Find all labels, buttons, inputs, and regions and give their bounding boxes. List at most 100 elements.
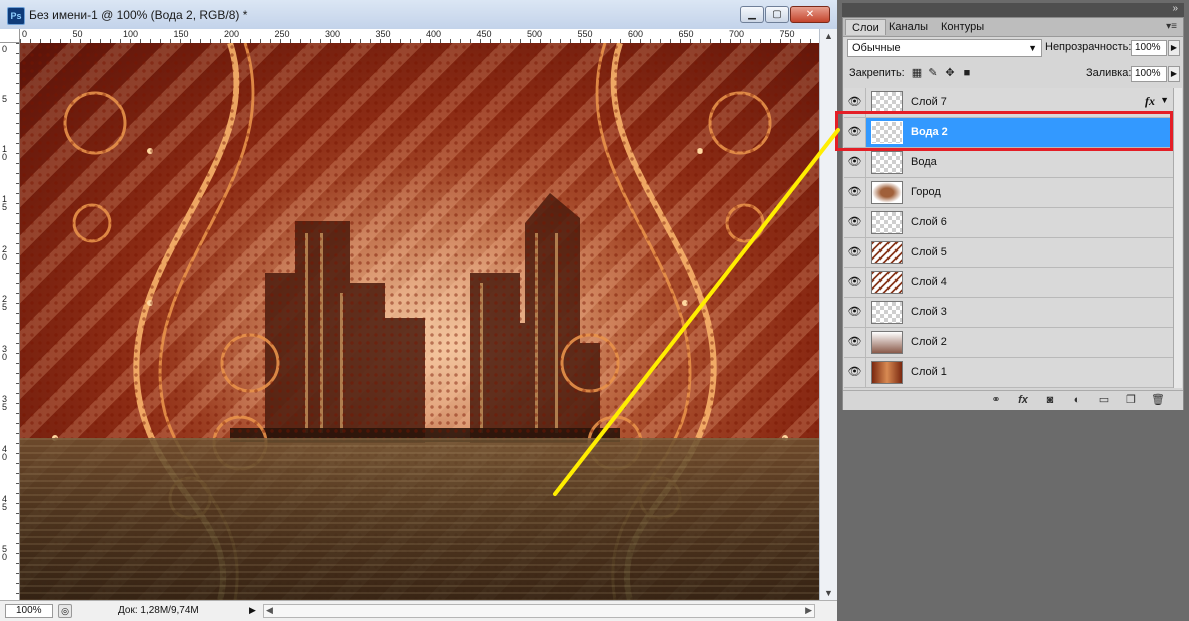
ruler-top-label: 100 <box>123 29 139 39</box>
collapse-panel-icon[interactable]: » <box>1172 3 1178 14</box>
layer-name: Вода <box>911 156 937 168</box>
tab-layers[interactable]: Слои <box>845 19 886 35</box>
trash-icon[interactable]: 🗑 <box>1150 393 1166 407</box>
layers-panel: Слои Каналы Контуры ▾≡ Обычные ▼ Непрозр… <box>842 17 1184 410</box>
image-canvas[interactable] <box>20 43 819 600</box>
layer-thumbnail <box>871 91 903 114</box>
ruler-top-label: 350 <box>375 29 391 39</box>
layer-row[interactable]: 👁 Вода <box>844 148 1173 178</box>
panel-menu-icon[interactable]: ▾≡ <box>1166 21 1177 32</box>
layer-thumbnail <box>871 211 903 234</box>
layer-thumbnail <box>871 361 903 384</box>
layer-row[interactable]: 👁 Слой 5 <box>844 238 1173 268</box>
ruler-left-label: 5 0 <box>2 544 8 562</box>
expand-effects-icon[interactable]: ▼ <box>1160 95 1169 105</box>
vertical-ruler[interactable]: 0 5 1 0 1 5 2 0 2 5 3 0 3 5 4 0 4 5 5 0 <box>0 43 20 600</box>
horizontal-scrollbar[interactable]: ◀ ▶ <box>263 604 815 618</box>
tab-paths[interactable]: Контуры <box>935 19 990 35</box>
status-info-icon[interactable]: ◎ <box>58 604 72 618</box>
link-icon[interactable]: ⚭ <box>988 393 1004 407</box>
ruler-top-label: 650 <box>678 29 694 39</box>
opacity-input[interactable]: 100% <box>1131 40 1167 56</box>
scroll-down-icon[interactable]: ▼ <box>824 588 833 598</box>
layer-row[interactable]: 👁 Город <box>844 178 1173 208</box>
layer-thumbnail <box>871 241 903 264</box>
ruler-top-label: 750 <box>779 29 795 39</box>
layer-name: Слой 1 <box>911 366 947 378</box>
group-folder-icon[interactable]: ▭ <box>1096 393 1112 407</box>
ruler-left-label: 2 0 <box>2 244 8 262</box>
eye-visibility-icon[interactable]: 👁 <box>844 238 866 267</box>
layer-effects-badge[interactable]: fx <box>1145 94 1155 109</box>
eye-visibility-icon[interactable]: 👁 <box>844 268 866 297</box>
new-layer-icon[interactable]: ❐ <box>1123 393 1139 407</box>
eye-visibility-icon[interactable]: 👁 <box>844 148 866 177</box>
blend-mode-select[interactable]: Обычные ▼ <box>847 39 1042 57</box>
adjustment-icon[interactable]: ◐ <box>1069 393 1085 407</box>
lock-all-icon[interactable]: ■ <box>961 67 973 79</box>
opacity-slider-arrow-icon[interactable]: ▶ <box>1168 40 1180 56</box>
ruler-top-label: 300 <box>325 29 341 39</box>
ruler-top-label: 200 <box>224 29 240 39</box>
zoom-input[interactable]: 100% <box>5 604 53 618</box>
ruler-left-label: 1 5 <box>2 194 8 212</box>
tab-channels[interactable]: Каналы <box>883 19 934 35</box>
fill-slider-arrow-icon[interactable]: ▶ <box>1168 66 1180 82</box>
layer-row[interactable]: 👁 Слой 4 <box>844 268 1173 298</box>
eye-visibility-icon[interactable]: 👁 <box>844 358 866 387</box>
status-menu-arrow-icon[interactable]: ▶ <box>249 605 256 616</box>
horizontal-ruler[interactable]: 0 50 100 150 200 250 300 350 400 450 500 550 600 650 7… <box>20 29 819 44</box>
layer-name: Слой 3 <box>911 306 947 318</box>
panel-dock-header[interactable]: » <box>842 3 1184 17</box>
scroll-right-icon[interactable]: ▶ <box>805 605 812 616</box>
ruler-top-label: 50 <box>72 29 83 39</box>
water-ripples <box>20 438 819 600</box>
layer-row[interactable]: 👁 Слой 3 <box>844 298 1173 328</box>
layer-row[interactable]: 👁 Вода 2 <box>844 118 1173 148</box>
close-button[interactable]: ✕ <box>790 6 830 23</box>
chevron-down-icon: ▼ <box>1028 43 1037 53</box>
layer-name: Слой 2 <box>911 336 947 348</box>
layer-row[interactable]: 👁 Слой 6 <box>844 208 1173 238</box>
ruler-left-label: 1 0 <box>2 144 8 162</box>
layer-name: Вода 2 <box>911 126 948 138</box>
document-titlebar[interactable]: Ps Без имени-1 @ 100% (Вода 2, RGB/8) * … <box>0 0 837 30</box>
eye-visibility-icon[interactable]: 👁 <box>844 208 866 237</box>
ruler-left-label: 2 5 <box>2 294 8 312</box>
lock-position-move-icon[interactable]: ✥ <box>944 67 956 79</box>
layers-scrollbar[interactable] <box>1173 88 1182 388</box>
lock-pixels-brush-icon[interactable]: ✎ <box>927 67 939 79</box>
maximize-icon: ▢ <box>772 9 782 20</box>
maximize-button[interactable]: ▢ <box>765 6 789 23</box>
lock-label: Закрепить: <box>849 67 905 79</box>
minimize-button[interactable]: ▁ <box>740 6 764 23</box>
scroll-up-icon[interactable]: ▲ <box>824 31 833 41</box>
document-title: Без имени-1 @ 100% (Вода 2, RGB/8) * <box>29 8 248 22</box>
document-size-info: Док: 1,28M/9,74M <box>118 605 199 616</box>
ruler-top-label: 550 <box>577 29 593 39</box>
panel-tabs: Слои Каналы Контуры ▾≡ <box>843 18 1183 37</box>
layer-row[interactable]: 👁 Слой 7 fx ▼ <box>844 88 1173 118</box>
eye-visibility-icon[interactable]: 👁 <box>844 298 866 327</box>
ruler-left-label: 5 <box>2 94 8 104</box>
layer-row[interactable]: 👁 Слой 2 <box>844 328 1173 358</box>
fx-icon[interactable]: fx <box>1015 393 1031 407</box>
eye-visibility-icon[interactable]: 👁 <box>844 88 866 117</box>
scroll-left-icon[interactable]: ◀ <box>266 605 273 616</box>
ruler-left-label: 4 0 <box>2 444 8 462</box>
layer-thumbnail <box>871 121 903 144</box>
lock-transparency-icon[interactable]: ▦ <box>911 67 923 79</box>
mask-icon[interactable]: ◙ <box>1042 393 1058 407</box>
eye-visibility-icon[interactable]: 👁 <box>844 328 866 357</box>
eye-visibility-icon[interactable]: 👁 <box>844 118 866 147</box>
ruler-top-label: 150 <box>173 29 189 39</box>
fill-input[interactable]: 100% <box>1131 66 1167 82</box>
status-bar: 100% ◎ Док: 1,28M/9,74M ▶ ◀ ▶ <box>0 600 837 621</box>
ruler-origin[interactable] <box>0 29 20 43</box>
layer-row[interactable]: 👁 Слой 1 <box>844 358 1173 388</box>
blend-mode-value: Обычные <box>852 42 901 54</box>
ruler-top-label: 700 <box>729 29 745 39</box>
eye-visibility-icon[interactable]: 👁 <box>844 178 866 207</box>
vertical-scrollbar[interactable]: ▲ ▼ <box>819 29 837 600</box>
ruler-left-label: 4 5 <box>2 494 8 512</box>
